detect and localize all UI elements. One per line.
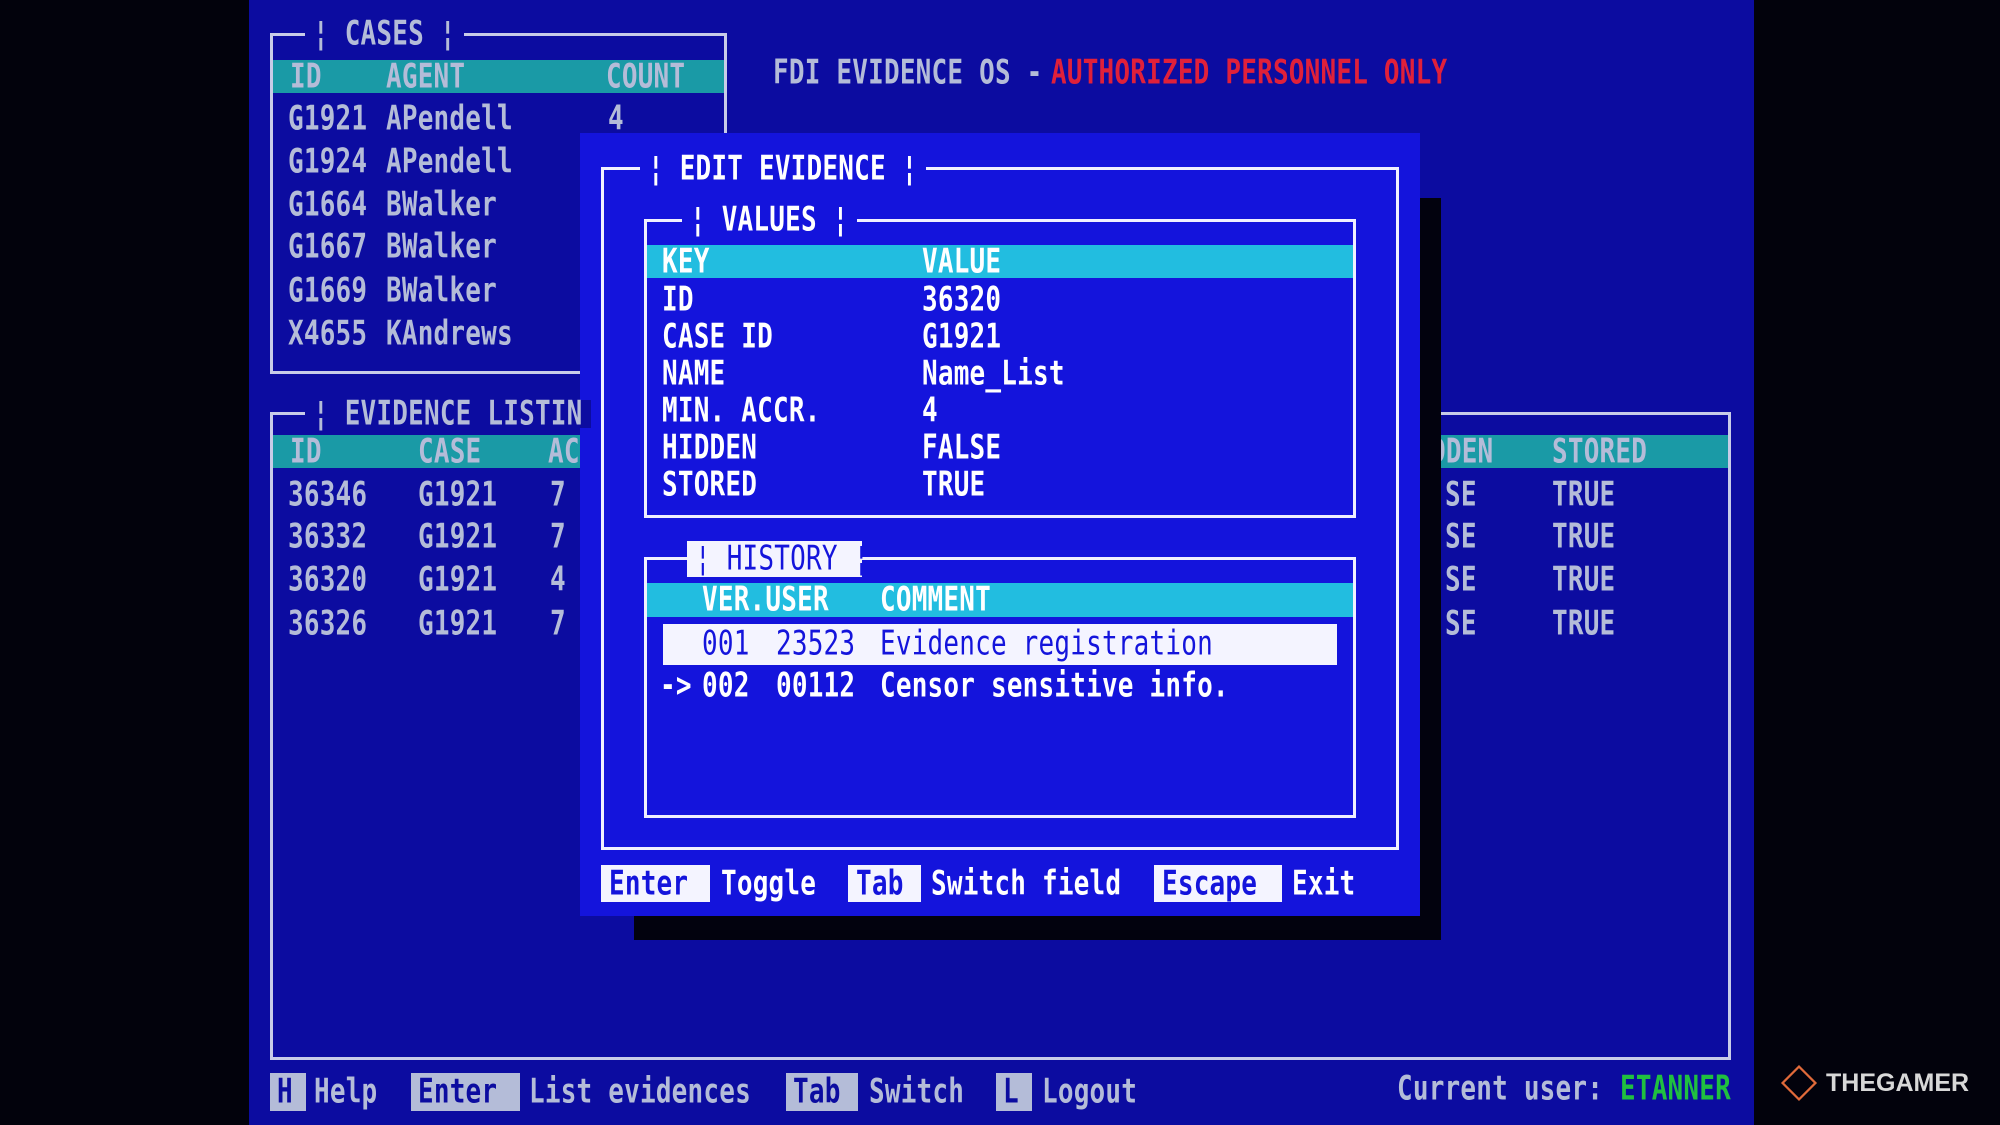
value-field[interactable]: 4 xyxy=(922,394,938,428)
shortcut-label: Switch field xyxy=(931,864,1122,904)
col-count: COUNT xyxy=(606,57,686,97)
evidence-cell: TRUE xyxy=(1552,560,1616,600)
value-field[interactable]: TRUE xyxy=(922,468,985,502)
evidence-cell: SE xyxy=(1445,517,1477,557)
os-warning: AUTHORIZED PERSONNEL ONLY xyxy=(1051,53,1448,93)
evidence-cell: TRUE xyxy=(1552,604,1616,644)
case-id: X4655 xyxy=(288,314,368,354)
footer-key-label: L xyxy=(1003,1072,1019,1112)
value-field[interactable]: FALSE xyxy=(922,431,1001,465)
value-key: MIN. ACCR. xyxy=(662,391,821,431)
history-title: ¦ HISTORY ¦ xyxy=(695,539,870,579)
evidence-cell: 36326 xyxy=(288,604,368,644)
footer-key-l[interactable]: L xyxy=(996,1073,1032,1111)
shortcut-key-label: Tab xyxy=(856,864,904,904)
col-accr: AC xyxy=(548,432,580,472)
case-id: G1924 xyxy=(288,142,368,182)
case-agent: BWalker xyxy=(386,227,497,267)
col-key: KEY xyxy=(662,242,710,282)
case-id: G1667 xyxy=(288,227,368,267)
cases-title: ¦ CASES ¦ xyxy=(313,14,456,54)
evidence-cell: TRUE xyxy=(1552,517,1616,557)
col-agent: AGENT xyxy=(386,57,466,97)
evidence-cell: G1921 xyxy=(418,604,498,644)
values-title: ¦ VALUES ¦ xyxy=(690,200,849,240)
edit-evidence-title: ¦ EDIT EVIDENCE ¦ xyxy=(648,149,918,189)
watermark-logo xyxy=(1780,1064,1818,1102)
case-agent: BWalker xyxy=(386,185,497,225)
os-title: FDI EVIDENCE OS - xyxy=(773,53,1043,93)
footer-key-tab[interactable]: Tab xyxy=(786,1073,858,1111)
footer-key-label: Enter xyxy=(418,1072,498,1112)
value-key: ID xyxy=(662,280,694,320)
case-id: G1664 xyxy=(288,185,368,225)
value-key: NAME xyxy=(662,354,726,394)
value-field[interactable]: Name_List xyxy=(922,357,1065,391)
evidence-cell: 4 xyxy=(550,560,566,600)
col-ver-user: VER.USER xyxy=(702,580,829,620)
case-agent: APendell xyxy=(386,99,513,139)
col-id: ID xyxy=(290,432,322,472)
history-marker: -> xyxy=(660,666,692,706)
evidence-cell: G1921 xyxy=(418,475,498,515)
value-field[interactable]: 36320 xyxy=(922,283,1001,317)
evidence-cell: 36332 xyxy=(288,517,368,557)
case-id: G1669 xyxy=(288,271,368,311)
col-value: VALUE xyxy=(922,242,1002,282)
value-key: CASE ID xyxy=(662,317,773,357)
footer-key-h[interactable]: H xyxy=(270,1073,306,1111)
shortcut-key-label: Escape xyxy=(1162,864,1258,904)
shortcut-label: Toggle xyxy=(721,864,817,904)
evidence-cell: G1921 xyxy=(418,517,498,557)
evidence-cell: 36346 xyxy=(288,475,368,515)
col-comment: COMMENT xyxy=(880,580,991,620)
evidence-cell: 7 xyxy=(550,475,566,515)
evidence-listing-title: ¦ EVIDENCE LISTIN xyxy=(313,394,583,434)
case-agent: BWalker xyxy=(386,271,497,311)
history-ver: 001 xyxy=(702,624,750,664)
history-ver: 002 xyxy=(702,666,750,706)
watermark: THEGAMER xyxy=(1826,1069,1970,1097)
footer-key-label: H xyxy=(277,1072,293,1112)
shortcut-key-tab[interactable]: Tab xyxy=(848,865,921,902)
case-count: 4 xyxy=(608,99,624,139)
case-agent: KAndrews xyxy=(386,314,513,354)
value-field[interactable]: G1921 xyxy=(922,320,1001,354)
value-key: STORED xyxy=(662,465,758,505)
footer-label: Logout xyxy=(1042,1072,1138,1112)
evidence-cell: SE xyxy=(1445,604,1477,644)
footer-key-label: Tab xyxy=(793,1072,841,1112)
col-id: ID xyxy=(290,57,322,97)
evidence-cell: TRUE xyxy=(1552,475,1616,515)
value-key: HIDDEN xyxy=(662,428,758,468)
footer-label: Switch xyxy=(869,1072,965,1112)
evidence-cell: G1921 xyxy=(418,560,498,600)
shortcut-key-escape[interactable]: Escape xyxy=(1154,865,1282,902)
footer-key-enter[interactable]: Enter xyxy=(411,1073,520,1111)
history-comment: Censor sensitive info. xyxy=(880,666,1229,706)
shortcut-key-label: Enter xyxy=(609,864,689,904)
history-user: 23523 xyxy=(776,624,856,664)
current-user: ETANNER xyxy=(1620,1069,1731,1109)
evidence-cell: 7 xyxy=(550,517,566,557)
evidence-cell: 7 xyxy=(550,604,566,644)
case-id: G1921 xyxy=(288,99,368,139)
history-user: 00112 xyxy=(776,666,856,706)
col-stored: STORED xyxy=(1552,432,1648,472)
shortcut-key-enter[interactable]: Enter xyxy=(601,865,710,902)
case-agent: APendell xyxy=(386,142,513,182)
footer-label: List evidences xyxy=(529,1072,751,1112)
evidence-cell: SE xyxy=(1445,475,1477,515)
col-case: CASE xyxy=(418,432,482,472)
evidence-cell: 36320 xyxy=(288,560,368,600)
history-comment: Evidence registration xyxy=(880,624,1213,664)
shortcut-label: Exit xyxy=(1292,864,1356,904)
evidence-cell: SE xyxy=(1445,560,1477,600)
current-user-label: Current user: xyxy=(1397,1069,1604,1109)
footer-label: Help xyxy=(314,1072,378,1112)
